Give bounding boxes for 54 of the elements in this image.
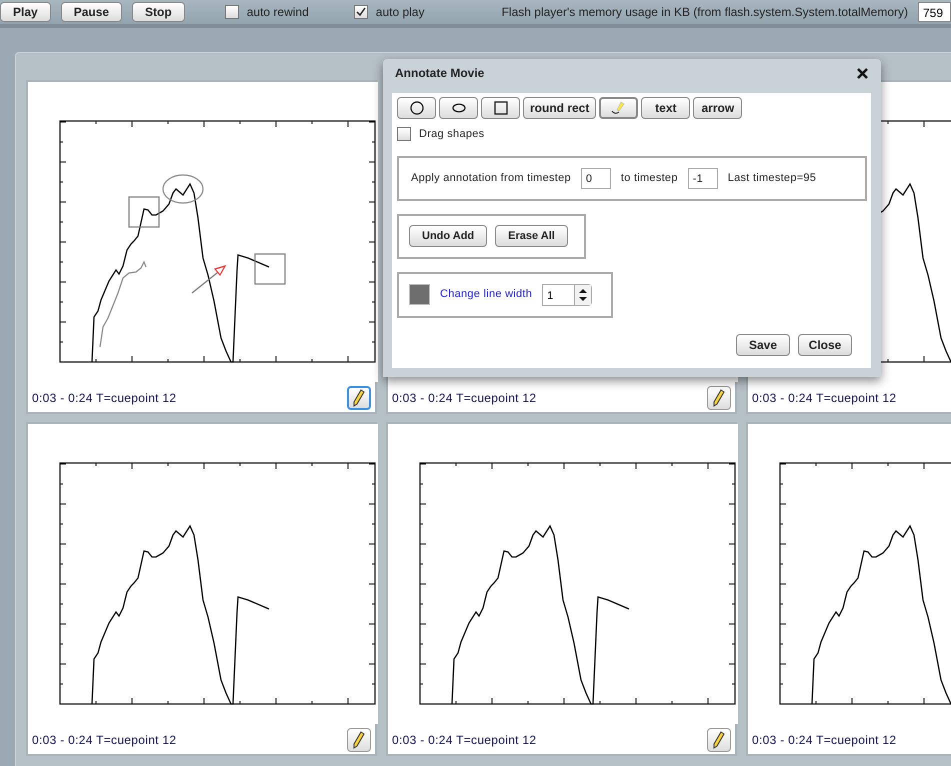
from-timestep-field[interactable]: 0 (580, 168, 611, 188)
edit-button[interactable]: Undo Add (409, 225, 488, 247)
cuepoint-caption: 0:03 - 0:24 T=cuepoint 12 (752, 732, 896, 749)
annotate-button[interactable] (347, 386, 371, 410)
pencil-icon (713, 389, 725, 407)
square-icon (494, 101, 508, 115)
cuepoint-caption: 0:03 - 0:24 T=cuepoint 12 (32, 390, 176, 407)
dialog-title: Annotate Movie (395, 65, 484, 82)
pencil-icon (353, 731, 365, 749)
dialog-button[interactable]: Close (798, 334, 852, 356)
checkbox[interactable] (397, 127, 411, 142)
circle-icon (410, 101, 424, 115)
checkbox[interactable] (224, 5, 239, 19)
pencil-tool-button[interactable] (599, 97, 638, 119)
pencil-icon (610, 101, 627, 115)
checkbox-label: Drag shapes (419, 127, 484, 142)
tool-button[interactable]: text (641, 97, 690, 119)
checkbox-label: auto rewind (246, 4, 309, 21)
memory-field[interactable]: 759 (918, 2, 951, 22)
line-color-swatch[interactable] (409, 284, 430, 305)
close-button[interactable] (855, 66, 869, 80)
annotate-button[interactable] (707, 728, 731, 752)
close-icon (856, 68, 868, 78)
stepper-arrows-icon (579, 288, 588, 302)
playback-button[interactable]: Stop (132, 2, 185, 22)
playback-button[interactable]: Play (0, 2, 51, 22)
annotate-button[interactable] (707, 386, 731, 410)
line-width-label: Change line width (440, 287, 532, 302)
dialog-button[interactable]: Save (736, 334, 790, 356)
cuepoint-caption: 0:03 - 0:24 T=cuepoint 12 (32, 732, 176, 749)
checkbox[interactable] (354, 5, 368, 19)
from-timestep-label: Apply annotation from timestep (411, 170, 571, 186)
to-timestep-label: to timestep (620, 170, 678, 186)
ellipse-icon (452, 103, 466, 113)
pencil-icon (713, 731, 725, 749)
annotate-button[interactable] (347, 728, 371, 752)
cuepoint-caption: 0:03 - 0:24 T=cuepoint 12 (392, 390, 536, 407)
to-timestep-field[interactable]: -1 (688, 168, 718, 188)
line-width-value: 1 (546, 288, 554, 304)
playback-button[interactable]: Pause (60, 2, 122, 22)
memory-label: Flash player's memory usage in KB (from flash.system.System.totalMemory) (502, 4, 908, 21)
line-width-stepper[interactable]: 1 (542, 284, 592, 306)
checkbox-label: auto play (376, 4, 424, 21)
ellipse-tool-button[interactable] (439, 97, 478, 119)
checkmark-icon (356, 7, 366, 17)
tool-button[interactable]: arrow (693, 97, 742, 119)
pencil-icon (353, 389, 365, 407)
circle-tool-button[interactable] (397, 97, 436, 119)
edit-button[interactable]: Erase All (495, 225, 568, 247)
cuepoint-caption: 0:03 - 0:24 T=cuepoint 12 (392, 732, 536, 749)
tool-button[interactable]: round rect (523, 97, 596, 119)
cuepoint-caption: 0:03 - 0:24 T=cuepoint 12 (752, 390, 896, 407)
last-timestep-label: Last timestep=95 (728, 170, 816, 186)
square-tool-button[interactable] (481, 97, 520, 119)
